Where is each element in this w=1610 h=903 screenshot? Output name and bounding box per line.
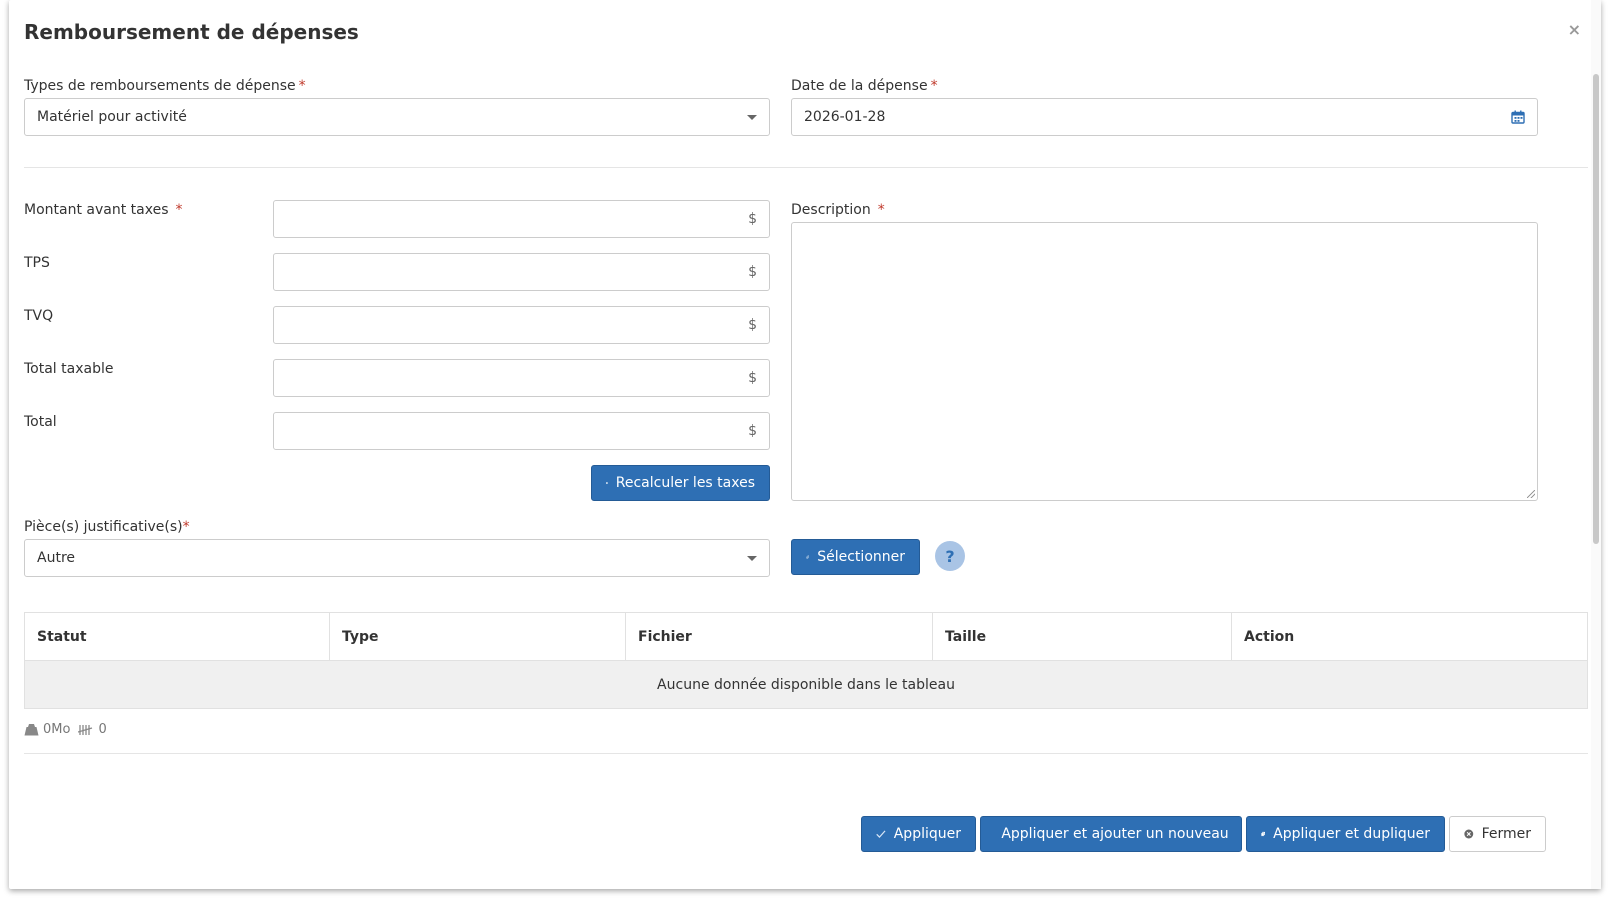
help-icon[interactable]: ? xyxy=(935,541,965,571)
footer-divider xyxy=(24,753,1588,754)
files-table: Statut Type Fichier Taille Action Aucune… xyxy=(24,612,1588,709)
copy-icon xyxy=(1261,831,1266,837)
dollar-icon: $ xyxy=(748,423,757,439)
total-label: Total xyxy=(24,414,57,430)
dollar-icon: $ xyxy=(748,370,757,386)
expense-dialog: Remboursement de dépenses × Types de rem… xyxy=(9,0,1601,889)
expense-date-label: Date de la dépense * xyxy=(791,78,938,94)
tps-label: TPS xyxy=(24,255,50,271)
select-file-button[interactable]: Sélectionner xyxy=(791,539,920,575)
total-taxable-label: Total taxable xyxy=(24,361,114,377)
chevron-down-icon xyxy=(747,555,757,561)
column-header-action[interactable]: Action xyxy=(1231,612,1588,661)
scrollbar[interactable] xyxy=(1591,0,1601,889)
scrollbar-thumb[interactable] xyxy=(1593,74,1599,544)
dollar-icon: $ xyxy=(748,317,757,333)
description-label: Description * xyxy=(791,202,885,218)
column-header-size[interactable]: Taille xyxy=(932,612,1232,661)
close-button[interactable]: Fermer xyxy=(1449,816,1546,852)
close-icon[interactable]: × xyxy=(1568,20,1581,39)
resize-handle[interactable] xyxy=(1527,490,1535,498)
column-header-status[interactable]: Statut xyxy=(24,612,330,661)
calendar-icon[interactable] xyxy=(1511,110,1525,124)
expense-date-input[interactable]: 2026-01-28 xyxy=(791,98,1538,136)
dialog-title: Remboursement de dépenses xyxy=(24,20,359,44)
file-count: 0 xyxy=(98,722,107,737)
tvq-label: TVQ xyxy=(24,308,54,324)
expense-type-select[interactable]: Matériel pour activité xyxy=(24,98,770,136)
apply-button[interactable]: Appliquer xyxy=(861,816,976,852)
dollar-icon: $ xyxy=(748,211,757,227)
close-circle-icon xyxy=(1464,829,1474,839)
check-icon xyxy=(876,830,886,839)
tvq-input[interactable]: $ xyxy=(273,306,770,344)
dollar-icon: $ xyxy=(748,264,757,280)
section-divider xyxy=(24,167,1588,168)
supporting-docs-select[interactable]: Autre xyxy=(24,539,770,577)
upload-stats: 0Mo 0 xyxy=(24,722,107,737)
expense-type-label: Types de remboursements de dépense * xyxy=(24,78,306,94)
apply-duplicate-button[interactable]: Appliquer et dupliquer xyxy=(1246,816,1445,852)
column-header-file[interactable]: Fichier xyxy=(625,612,933,661)
total-input[interactable]: $ xyxy=(273,412,770,450)
description-textarea[interactable] xyxy=(791,222,1538,501)
weight-icon xyxy=(24,724,39,736)
column-header-type[interactable]: Type xyxy=(329,612,626,661)
empty-table-message: Aucune donnée disponible dans le tableau xyxy=(24,660,1588,709)
recalculate-taxes-button[interactable]: Recalculer les taxes xyxy=(591,465,770,501)
tps-input[interactable]: $ xyxy=(273,253,770,291)
supporting-docs-label: Pièce(s) justificative(s)* xyxy=(24,519,190,535)
chevron-down-icon xyxy=(747,114,757,120)
total-size: 0Mo xyxy=(43,722,71,737)
total-taxable-input[interactable]: $ xyxy=(273,359,770,397)
tally-icon xyxy=(78,724,93,735)
calculator-icon xyxy=(606,482,608,484)
paperclip-icon xyxy=(806,555,810,559)
table-header-row: Statut Type Fichier Taille Action xyxy=(24,612,1588,661)
apply-add-new-button[interactable]: Appliquer et ajouter un nouveau xyxy=(980,816,1242,852)
amount-before-tax-label: Montant avant taxes * xyxy=(24,202,183,218)
amount-before-tax-input[interactable]: $ xyxy=(273,200,770,238)
table-row: Aucune donnée disponible dans le tableau xyxy=(24,660,1588,709)
